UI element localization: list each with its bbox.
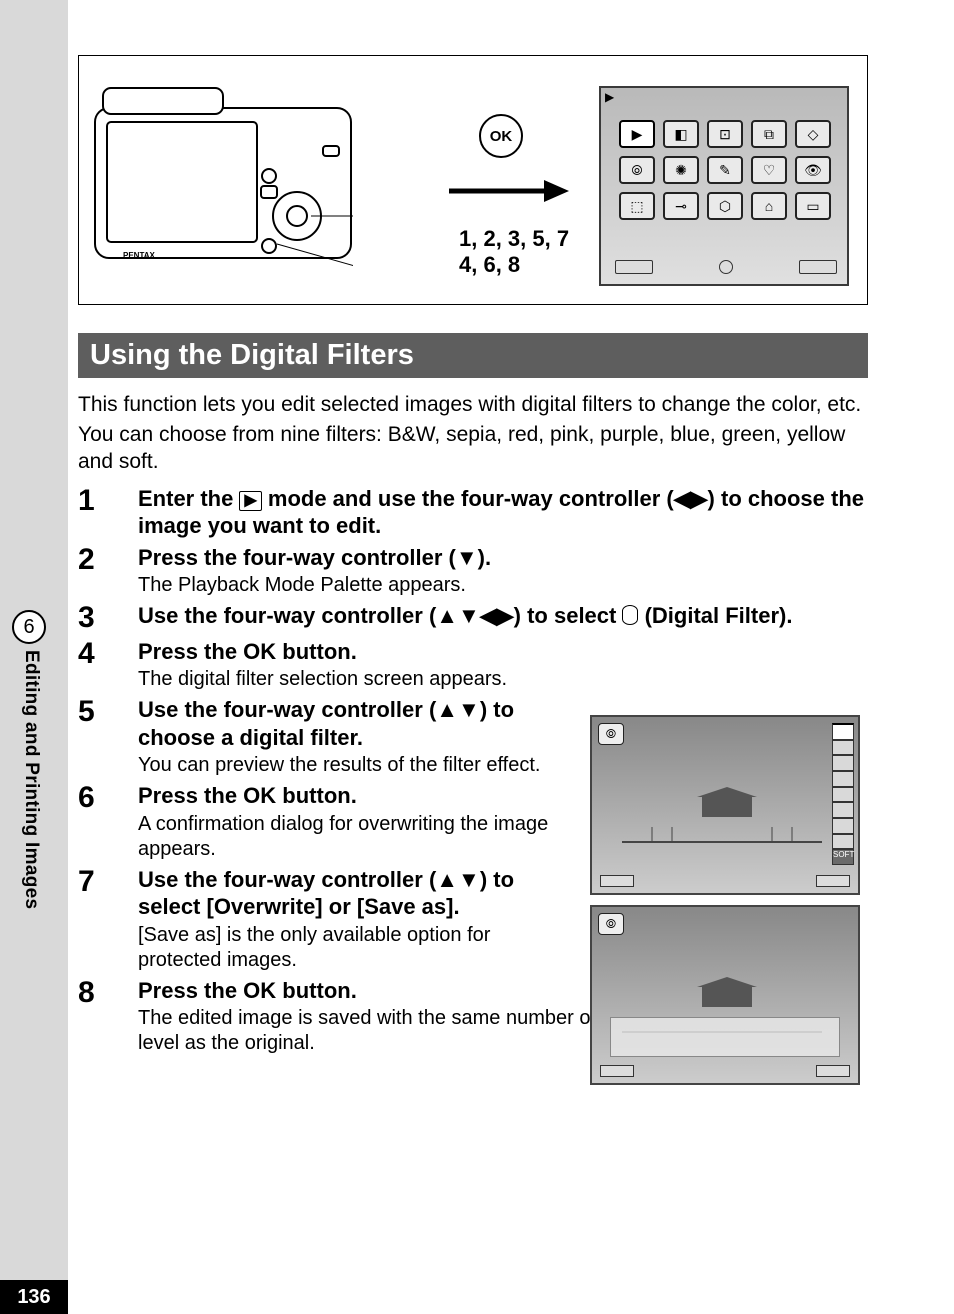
step-sub: [Save as] is the only available option f…: [138, 923, 558, 973]
step-sub: A confirmation dialog for overwriting th…: [138, 812, 558, 862]
palette-icon: ◧: [663, 120, 699, 148]
ok-label: OK: [243, 639, 276, 664]
camera-illustration: PENTAX: [93, 86, 353, 276]
palette-icon: ⬡: [707, 192, 743, 220]
ok-label: OK: [243, 978, 276, 1003]
filter-select-screen: ⦾ SOFT: [590, 715, 860, 895]
example-screens: ⦾ SOFT ⦾: [590, 715, 860, 1095]
playback-mode-icon: ▶: [239, 491, 261, 511]
step-number: 5: [78, 696, 138, 778]
step-number: 1: [78, 485, 138, 540]
step-head: Enter the ▶ mode and use the four-way co…: [138, 485, 868, 540]
chapter-number: 6: [12, 610, 46, 644]
figure-step-labels: 1, 2, 3, 5, 7 4, 6, 8: [459, 226, 569, 279]
ok-label: OK: [243, 783, 276, 808]
step-number: 6: [78, 782, 138, 862]
filter-icon: ⦾: [598, 913, 624, 935]
step-label-line1: 1, 2, 3, 5, 7: [459, 226, 569, 252]
palette-icon: ⧉: [751, 120, 787, 148]
palette-icon: ✎: [707, 156, 743, 184]
step-number: 2: [78, 544, 138, 599]
intro-text-2: You can choose from nine filters: B&W, s…: [78, 422, 868, 475]
confirm-dialog: [610, 1017, 840, 1057]
ok-button-icon: OK: [479, 114, 523, 158]
playback-icon: ▶: [605, 90, 614, 104]
pier-illustration: [622, 787, 822, 857]
step-3: 3 Use the four-way controller (▲▼◀▶) to …: [78, 602, 868, 634]
step-sub: The Playback Mode Palette appears.: [138, 573, 868, 598]
svg-text:PENTAX: PENTAX: [123, 251, 156, 260]
palette-icon: ▶: [619, 120, 655, 148]
palette-icon: 👁: [795, 156, 831, 184]
step-head: Use the four-way controller (▲▼) to sele…: [138, 866, 558, 921]
palette-icon: ⊸: [663, 192, 699, 220]
digital-filter-icon: [622, 605, 638, 625]
section-heading: Using the Digital Filters: [78, 333, 868, 378]
arrow-icon: [449, 176, 569, 206]
step-number: 3: [78, 602, 138, 634]
palette-icon: ▭: [795, 192, 831, 220]
palette-icon: ✺: [663, 156, 699, 184]
step-4: 4 Press the OK button. The digital filte…: [78, 638, 868, 693]
intro-text-1: This function lets you edit selected ima…: [78, 392, 868, 418]
step-head: Press the four-way controller (▼).: [138, 544, 868, 572]
step-number: 4: [78, 638, 138, 693]
palette-icon: ⌂: [751, 192, 787, 220]
step-1: 1 Enter the ▶ mode and use the four-way …: [78, 485, 868, 540]
filter-icon: ⦾: [598, 723, 624, 745]
palette-icon: ⊡: [707, 120, 743, 148]
palette-icon: ⦾: [619, 156, 655, 184]
step-sub: The digital filter selection screen appe…: [138, 667, 558, 692]
figure-box: PENTAX OK 1, 2, 3, 5, 7 4, 6, 8 ▶ ▶ ◧ ⊡ …: [78, 55, 868, 305]
chapter-title: Editing and Printing Images: [20, 650, 42, 909]
palette-icon: ♡: [751, 156, 787, 184]
palette-screen: ▶ ▶ ◧ ⊡ ⧉ ◇ ⦾ ✺ ✎ ♡ 👁 ⬚ ⊸ ⬡ ⌂ ▭: [599, 86, 849, 286]
confirm-screen: ⦾: [590, 905, 860, 1085]
step-sub: You can preview the results of the filte…: [138, 753, 558, 778]
step-label-line2: 4, 6, 8: [459, 252, 569, 278]
step-number: 8: [78, 977, 138, 1057]
filter-scale: SOFT: [832, 723, 854, 865]
palette-icon: ⬚: [619, 192, 655, 220]
soft-label: SOFT: [832, 849, 854, 865]
step-head: Use the four-way controller (▲▼) to choo…: [138, 696, 558, 751]
page-number: 136: [0, 1280, 68, 1314]
palette-icon: ◇: [795, 120, 831, 148]
step-head: Press the OK button.: [138, 782, 558, 810]
step-2: 2 Press the four-way controller (▼). The…: [78, 544, 868, 599]
side-tab: 6 Editing and Printing Images: [0, 610, 52, 909]
step-head: Use the four-way controller (▲▼◀▶) to se…: [138, 602, 868, 630]
step-head: Press the OK button.: [138, 638, 558, 666]
step-number: 7: [78, 866, 138, 973]
